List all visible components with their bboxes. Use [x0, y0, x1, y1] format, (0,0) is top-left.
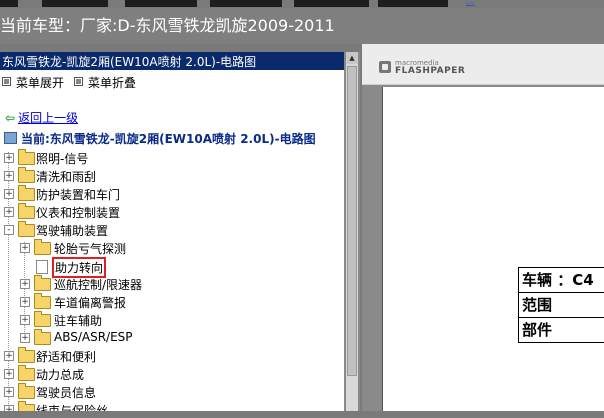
expand-toggle[interactable]: +	[4, 189, 14, 199]
square-icon	[74, 77, 83, 86]
tree-item-label: 车道偏离警报	[54, 296, 127, 310]
arrow-left-icon: ⇦	[5, 111, 16, 125]
tree-item-label: 驾驶员信息	[36, 386, 97, 400]
toolbar-button[interactable]	[42, 0, 108, 7]
folder-icon	[34, 311, 51, 327]
computer-icon	[4, 132, 17, 144]
viewer-toolbar: macromedia FLASHPAPER	[362, 44, 604, 85]
expand-toggle[interactable]: +	[20, 333, 30, 343]
menu-expand-button[interactable]: 菜单展开	[2, 74, 64, 91]
folder-icon	[18, 167, 35, 183]
top-link[interactable]: ...	[466, 0, 475, 7]
header-bar: 当前车型：厂家:D-东风雪铁龙凯旋2009-2011	[0, 8, 604, 44]
tree-item-label: 驻车辅助	[54, 314, 103, 328]
doc-row-parts: 部件	[522, 321, 553, 339]
folder-icon	[34, 329, 51, 345]
tree-title-bar: 东风雪铁龙-凯旋2厢(EW10A喷射 2.0L)-电路图	[0, 52, 344, 70]
menu-collapse-button[interactable]: 菜单折叠	[74, 74, 136, 91]
tree-item-label: 助力转向	[52, 257, 107, 278]
folder-icon	[18, 365, 35, 381]
tree-item-label: 照明-信号	[36, 152, 89, 166]
document-icon	[36, 260, 48, 274]
folder-icon	[18, 347, 35, 363]
tree-scrollbar[interactable]: ▲	[346, 52, 358, 411]
folder-icon	[34, 293, 51, 309]
toolbar-button[interactable]	[0, 0, 18, 7]
folder-icon	[18, 149, 35, 165]
tree-item-label: 防护装置和车门	[36, 188, 121, 202]
folder-icon	[18, 185, 35, 201]
expand-toggle[interactable]: +	[20, 315, 30, 325]
top-strip: ...	[0, 0, 604, 8]
current-label: 当前:东风雪铁龙-凯旋2厢(EW10A喷射 2.0L)-电路图	[21, 132, 316, 146]
current-location: 当前:东风雪铁龙-凯旋2厢(EW10A喷射 2.0L)-电路图	[4, 130, 316, 147]
expand-toggle[interactable]: +	[20, 279, 30, 289]
document-area[interactable]: 车辆 ：C4 范围 部件	[362, 85, 604, 411]
expand-toggle[interactable]: +	[4, 207, 14, 217]
scrollbar-thumb[interactable]	[347, 66, 357, 376]
folder-icon	[34, 275, 51, 291]
tree-item-label: ABS/ASR/ESP	[54, 330, 133, 344]
expand-toggle[interactable]: +	[4, 369, 14, 379]
tree-item-label: 轮胎亏气探测	[54, 242, 127, 256]
folder-icon	[18, 383, 35, 399]
expand-toggle[interactable]: +	[20, 243, 30, 253]
tree-item-label: 舒适和便利	[36, 350, 97, 364]
tree-item-label: 线束与保险丝	[36, 404, 109, 411]
back-link[interactable]: ⇦ 返回上一级	[5, 109, 78, 126]
expand-toggle[interactable]: +	[4, 387, 14, 397]
folder-icon	[18, 401, 35, 411]
doc-row-range: 范围	[519, 293, 604, 318]
document-info-table: 车辆 ：C4 范围 部件	[518, 267, 604, 343]
toolbar-button[interactable]	[378, 0, 448, 7]
toolbar-button[interactable]	[210, 0, 282, 7]
tree-item-label: 仪表和控制装置	[36, 206, 121, 220]
scroll-up-icon[interactable]: ▲	[346, 52, 358, 64]
tree-item-label: 驾驶辅助装置	[36, 224, 109, 238]
collapse-toggle[interactable]: -	[4, 225, 14, 235]
brand-big: FLASHPAPER	[395, 66, 466, 76]
folder-icon	[34, 239, 51, 255]
expand-toggle[interactable]: +	[20, 297, 30, 307]
tree-panel: 东风雪铁龙-凯旋2厢(EW10A喷射 2.0L)-电路图 菜单展开 菜单折叠 ⇦…	[0, 52, 344, 411]
doc-row-vehicle: 车辆 ：C4	[519, 268, 604, 293]
expand-toggle[interactable]: +	[4, 153, 14, 163]
square-icon	[2, 77, 11, 86]
tree-item-label: 清洗和雨刮	[36, 170, 97, 184]
page-title: 当前车型：厂家:D-东风雪铁龙凯旋2009-2011	[0, 16, 335, 35]
toolbar-button[interactable]	[294, 0, 369, 7]
back-label: 返回上一级	[18, 111, 79, 125]
document-page: 车辆 ：C4 范围 部件	[382, 87, 604, 411]
folder-icon	[18, 203, 35, 219]
expand-toggle[interactable]: +	[4, 405, 14, 411]
folder-open-icon	[18, 221, 35, 237]
flashpaper-viewer: macromedia FLASHPAPER 车辆 ：C4 范围 部件	[362, 44, 604, 411]
tree-title: 东风雪铁龙-凯旋2厢(EW10A喷射 2.0L)-电路图	[2, 55, 257, 69]
menu-collapse-label: 菜单折叠	[88, 76, 137, 90]
toolbar-button[interactable]	[125, 0, 197, 7]
flashpaper-icon	[379, 61, 391, 73]
menu-expand-label: 菜单展开	[16, 76, 65, 90]
expand-toggle[interactable]: +	[4, 171, 14, 181]
tree-item-label: 动力总成	[36, 368, 85, 382]
tree-item-label: 巡航控制/限速器	[54, 278, 143, 292]
expand-toggle[interactable]: +	[4, 351, 14, 361]
